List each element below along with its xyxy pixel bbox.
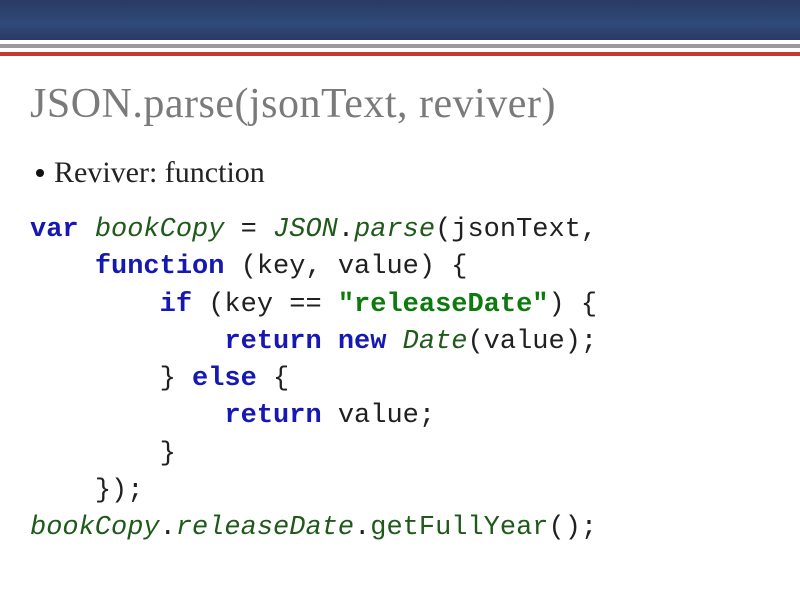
bullet-reviver: Reviver: function xyxy=(36,156,770,190)
tok: }); xyxy=(95,476,144,506)
tok xyxy=(30,364,160,394)
tok: value; xyxy=(322,401,435,431)
bullet-dot-icon xyxy=(36,169,44,177)
tok-return: return xyxy=(224,327,321,357)
tok: ) { xyxy=(549,290,598,320)
tok xyxy=(30,290,160,320)
tok: . xyxy=(354,513,370,543)
tok-string: "releaseDate" xyxy=(338,290,549,320)
tok xyxy=(30,252,95,282)
tok: { xyxy=(257,364,289,394)
tok-return: return xyxy=(224,401,321,431)
tok: } xyxy=(160,364,192,394)
tok xyxy=(30,439,160,469)
slide-body: JSON.parse(jsonText, reviver) Reviver: f… xyxy=(0,56,800,547)
slide-title: JSON.parse(jsonText, reviver) xyxy=(30,80,770,128)
title-band xyxy=(0,0,800,40)
tok-function: function xyxy=(95,252,225,282)
bullet-text: Reviver: function xyxy=(54,156,265,189)
tok: (jsonText, xyxy=(435,215,597,245)
tok xyxy=(322,327,338,357)
tok: } xyxy=(160,439,176,469)
tok: (); xyxy=(549,513,598,543)
tok: (value); xyxy=(467,327,597,357)
tok-date: Date xyxy=(403,327,468,357)
tok: (key == xyxy=(192,290,338,320)
tok xyxy=(386,327,402,357)
tok xyxy=(79,215,95,245)
code-block: var bookCopy = JSON.parse(jsonText, func… xyxy=(30,212,770,547)
tok xyxy=(30,401,224,431)
tok-releasedate: releaseDate xyxy=(176,513,354,543)
tok-if: if xyxy=(160,290,192,320)
tok-getfullyear: getFullYear xyxy=(370,513,548,543)
tok xyxy=(30,476,95,506)
tok-else: else xyxy=(192,364,257,394)
tok-bookcopy: bookCopy xyxy=(95,215,225,245)
tok-json: JSON xyxy=(273,215,338,245)
tok: = xyxy=(224,215,273,245)
tok-parse: parse xyxy=(354,215,435,245)
tok xyxy=(30,327,224,357)
tok: . xyxy=(160,513,176,543)
tok-var: var xyxy=(30,215,79,245)
divider-grey xyxy=(0,44,800,48)
tok: (key, value) { xyxy=(224,252,467,282)
tok-new: new xyxy=(338,327,387,357)
tok-bookcopy: bookCopy xyxy=(30,513,160,543)
tok: . xyxy=(338,215,354,245)
